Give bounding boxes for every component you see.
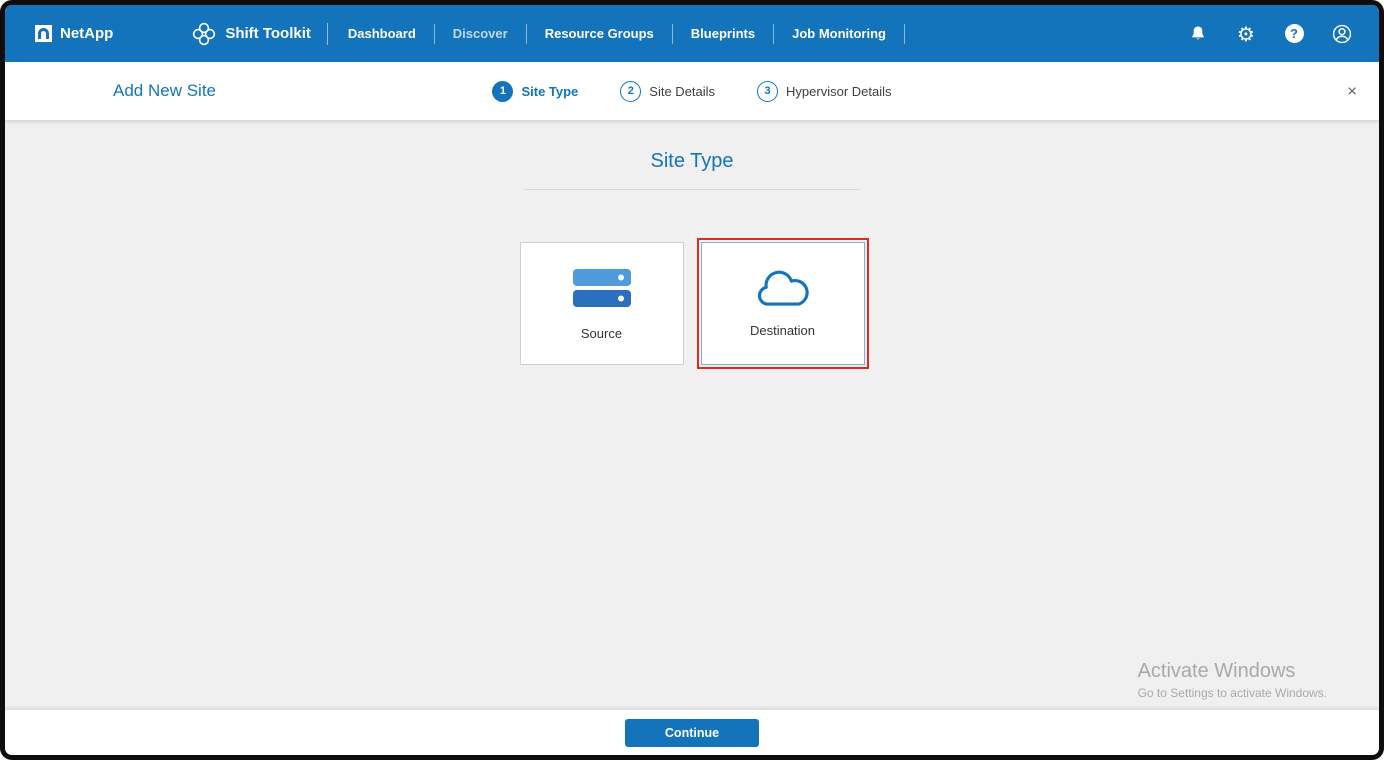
card-label: Destination	[749, 323, 816, 338]
step-site-details[interactable]: 2 Site Details	[620, 80, 716, 102]
main-content: Site Type Source Destination Activate Wi…	[5, 120, 1379, 710]
brand-label: NetApp	[60, 25, 114, 42]
source-card[interactable]: Source	[519, 242, 684, 365]
app-title: Shift Toolkit	[191, 21, 311, 47]
step-label: Hypervisor Details	[786, 83, 892, 99]
site-type-cards: Source Destination	[519, 238, 869, 369]
shift-toolkit-icon	[193, 22, 216, 45]
step-number: 3	[757, 80, 779, 102]
wizard-header: Add New Site 1 Site Type 2 Site Details …	[5, 62, 1379, 120]
nav-divider	[903, 23, 905, 44]
nav-item-discover[interactable]: Discover	[449, 20, 512, 47]
step-number: 2	[620, 80, 642, 102]
watermark-title: Activate Windows	[1137, 660, 1296, 682]
close-icon[interactable]: ×	[1347, 83, 1357, 100]
nav-divider	[326, 22, 328, 45]
top-right-actions: ⚙ ?	[1187, 23, 1353, 45]
step-site-type[interactable]: 1 Site Type	[492, 80, 579, 102]
activate-windows-watermark: Activate Windows Go to Settings to activ…	[1138, 660, 1327, 700]
heading-rule	[524, 189, 860, 190]
continue-button[interactable]: Continue	[624, 718, 760, 747]
card-label: Source	[580, 326, 623, 341]
step-number: 1	[492, 80, 514, 102]
nav-divider	[525, 23, 527, 44]
watermark-subtitle: Go to Settings to activate Windows.	[1137, 686, 1327, 700]
nav-item-blueprints[interactable]: Blueprints	[687, 20, 759, 47]
footer-bar: Continue	[5, 710, 1379, 755]
step-label: Site Type	[521, 83, 579, 99]
step-label: Site Details	[649, 83, 716, 99]
netapp-logo-icon	[35, 25, 52, 42]
destination-card[interactable]: Destination	[696, 238, 869, 369]
source-storage-icon	[572, 269, 631, 307]
settings-gear-icon[interactable]: ⚙	[1235, 23, 1257, 45]
wizard-steps: 1 Site Type 2 Site Details 3 Hypervisor …	[492, 80, 892, 102]
app-title-label: Shift Toolkit	[225, 25, 311, 42]
section-heading: Site Type	[650, 150, 734, 172]
nav-item-resource-groups[interactable]: Resource Groups	[541, 20, 658, 47]
destination-cloud-icon	[757, 270, 809, 306]
nav-item-dashboard[interactable]: Dashboard	[344, 20, 420, 47]
nav-divider	[773, 23, 775, 44]
app-window: NetApp Shift Toolkit Dashboard Discover …	[0, 0, 1384, 760]
help-icon[interactable]: ?	[1283, 23, 1305, 45]
nav-divider	[671, 23, 673, 44]
step-hypervisor-details[interactable]: 3 Hypervisor Details	[757, 80, 892, 102]
nav-item-job-monitoring[interactable]: Job Monitoring	[788, 20, 890, 47]
netapp-brand: NetApp	[35, 25, 113, 42]
page-title: Add New Site	[113, 81, 216, 100]
nav-divider	[433, 23, 435, 44]
user-account-icon[interactable]	[1331, 23, 1353, 45]
primary-nav: Dashboard Discover Resource Groups Bluep…	[344, 20, 919, 47]
notifications-bell-icon[interactable]	[1187, 23, 1209, 45]
top-navigation-bar: NetApp Shift Toolkit Dashboard Discover …	[5, 5, 1379, 62]
